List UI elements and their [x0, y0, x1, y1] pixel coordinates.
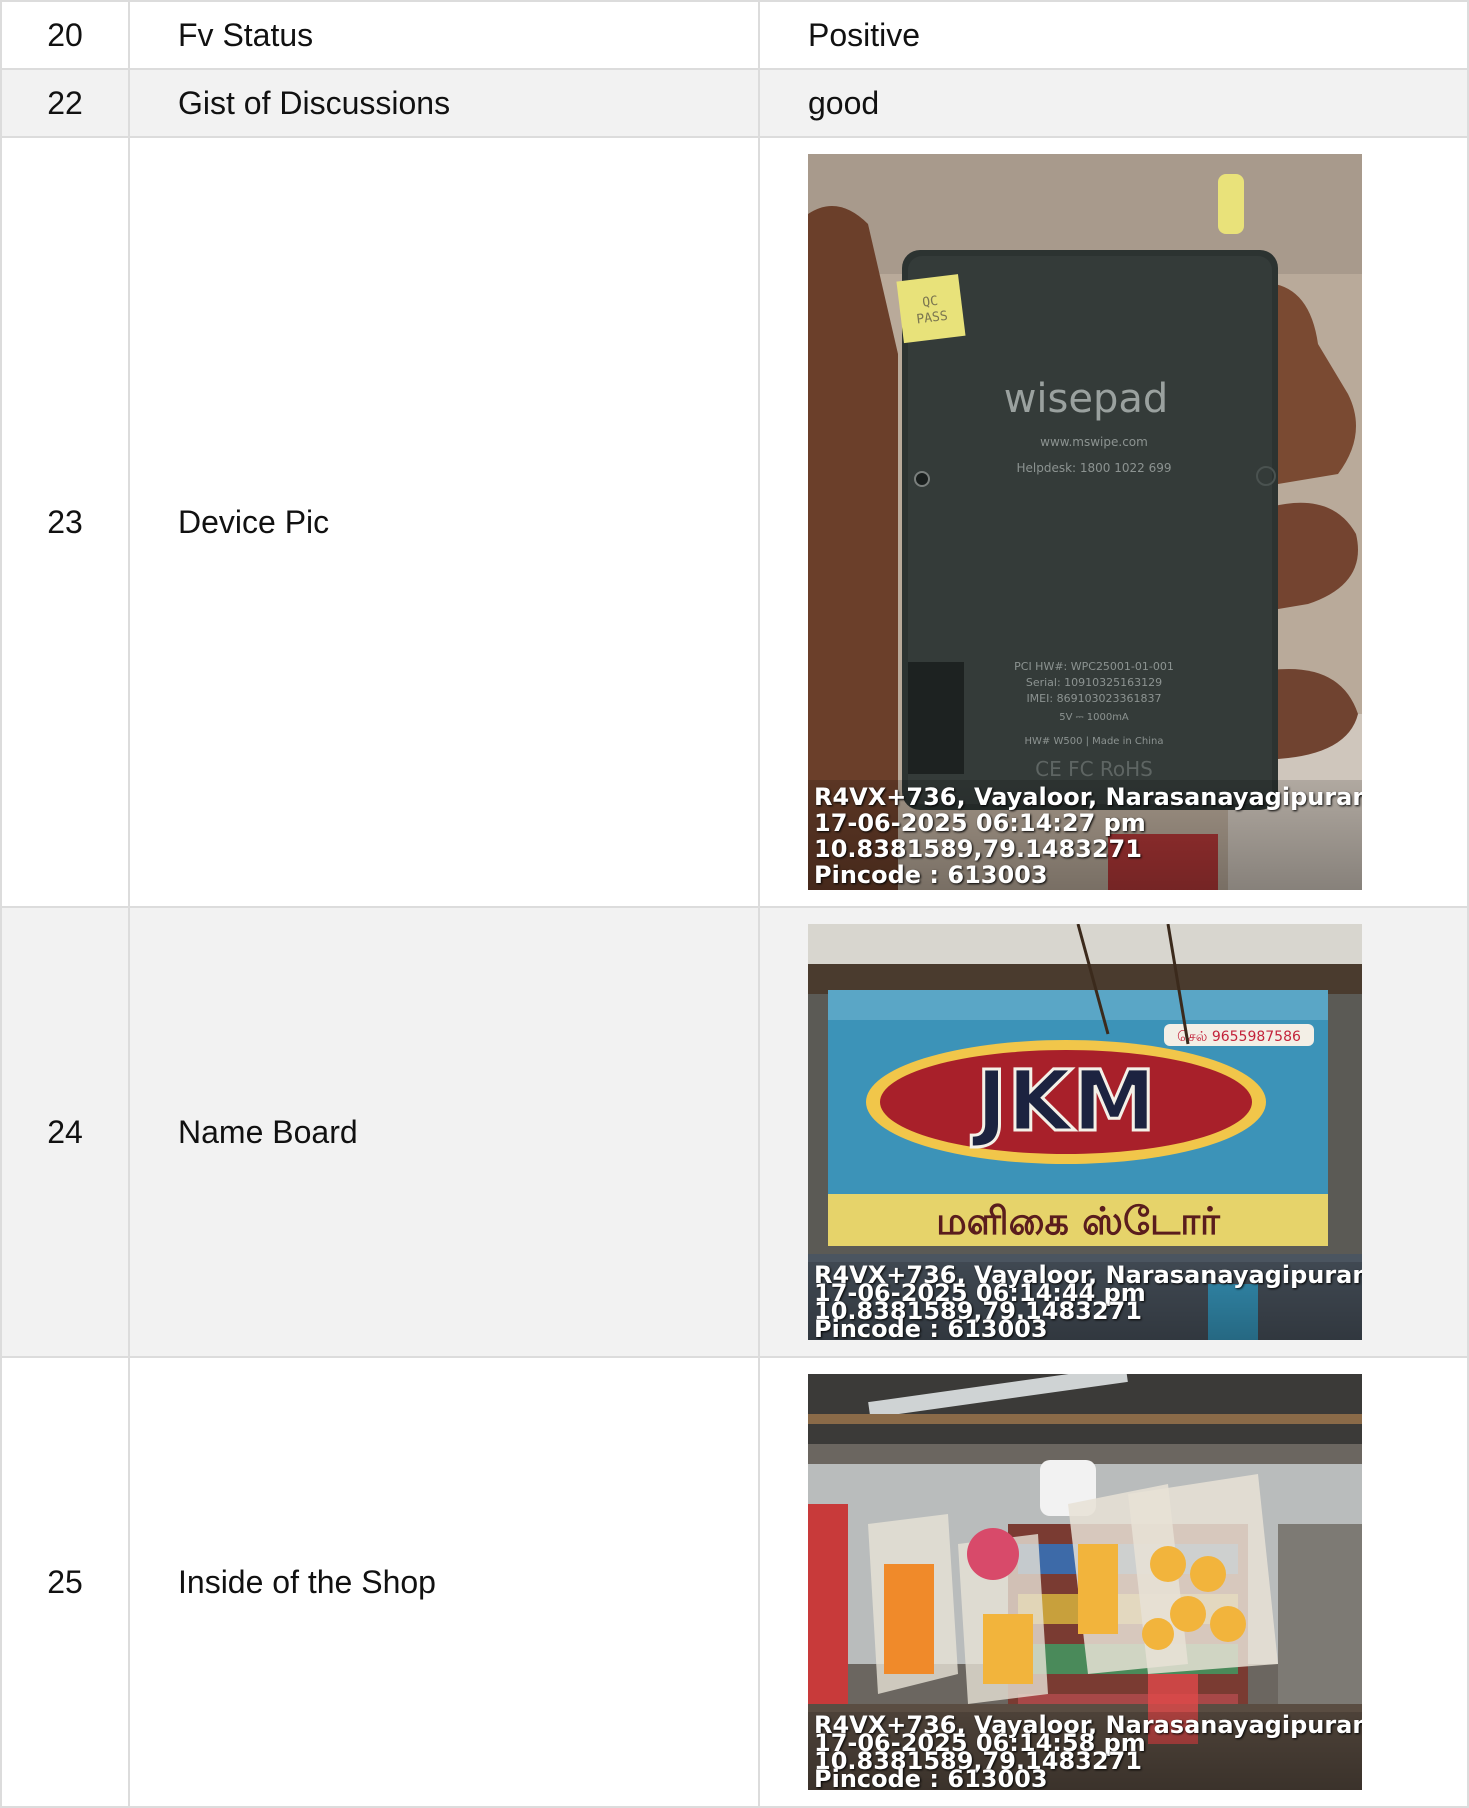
geo-address: R4VX+736, Vayaloor, Narasanayagipuram, T… — [814, 783, 1362, 811]
device-brand: wisepad — [1004, 376, 1169, 422]
row-label: Gist of Discussions — [128, 68, 760, 138]
device-text: Helpdesk: 1800 1022 699 — [1016, 461, 1171, 475]
verification-table: 20 Fv Status Positive 22 Gist of Discuss… — [0, 0, 1469, 1808]
device-text: Serial: 10910325163129 — [1026, 676, 1162, 689]
table-row: 22 Gist of Discussions good — [0, 68, 1469, 138]
table-row: 23 Device Pic QC PASS wisepad www.mswipe… — [0, 136, 1469, 908]
geo-pincode: Pincode : 613003 — [814, 861, 1048, 889]
sticker-text: QC — [922, 294, 939, 311]
row-number: 22 — [0, 68, 130, 138]
row-value: Positive — [758, 0, 1469, 70]
row-value: good — [758, 68, 1469, 138]
row-number: 23 — [0, 136, 130, 908]
device-text: IMEI: 869103023361837 — [1026, 692, 1161, 705]
board-phone: செல் 9655987586 — [1177, 1029, 1301, 1045]
row-number: 20 — [0, 0, 130, 70]
row-value: JKM செல் 9655987586 மளிகை ஸ்டோர் R4VX+73… — [758, 906, 1469, 1358]
geo-stamp: R4VX+736, Vayaloor, Narasanayagipuram, T… — [808, 1712, 1362, 1790]
table-row: 24 Name Board JKM செல் 9655987586 மளிகை … — [0, 906, 1469, 1358]
device-text: www.mswipe.com — [1040, 435, 1148, 449]
row-label: Name Board — [128, 906, 760, 1358]
row-number: 24 — [0, 906, 130, 1358]
row-number: 25 — [0, 1356, 130, 1808]
device-photo[interactable]: QC PASS wisepad www.mswipe.com Helpdesk:… — [808, 154, 1362, 890]
name-board-photo[interactable]: JKM செல் 9655987586 மளிகை ஸ்டோர் R4VX+73… — [808, 924, 1362, 1340]
board-name: JKM — [971, 1052, 1156, 1150]
row-value: R4VX+736, Vayaloor, Narasanayagipuram, T… — [758, 1356, 1469, 1808]
geo-stamp: R4VX+736, Vayaloor, Narasanayagipuram, T… — [808, 780, 1362, 890]
device-text: CE FC RoHS — [1035, 757, 1153, 781]
geo-stamp: R4VX+736, Vayaloor, Narasanayagipuram, T… — [808, 1262, 1362, 1340]
table-row: 20 Fv Status Positive — [0, 0, 1469, 70]
row-label: Fv Status — [128, 0, 760, 70]
table-row: 25 Inside of the Shop R4VX+736, Vayaloor… — [0, 1356, 1469, 1808]
shop-inside-photo[interactable]: R4VX+736, Vayaloor, Narasanayagipuram, T… — [808, 1374, 1362, 1790]
row-value: QC PASS wisepad www.mswipe.com Helpdesk:… — [758, 136, 1469, 908]
row-label: Device Pic — [128, 136, 760, 908]
device-text: HW# W500 | Made in China — [1025, 736, 1164, 747]
device-text: PCI HW#: WPC25001-01-001 — [1014, 660, 1174, 673]
geo-coordinates: 10.8381589,79.1483271 — [814, 835, 1142, 863]
device-text: 5V ⎓ 1000mA — [1059, 712, 1129, 723]
geo-timestamp: 17-06-2025 06:14:27 pm — [814, 809, 1146, 837]
board-tamil: மளிகை ஸ்டோர் — [936, 1199, 1221, 1243]
row-label: Inside of the Shop — [128, 1356, 760, 1808]
